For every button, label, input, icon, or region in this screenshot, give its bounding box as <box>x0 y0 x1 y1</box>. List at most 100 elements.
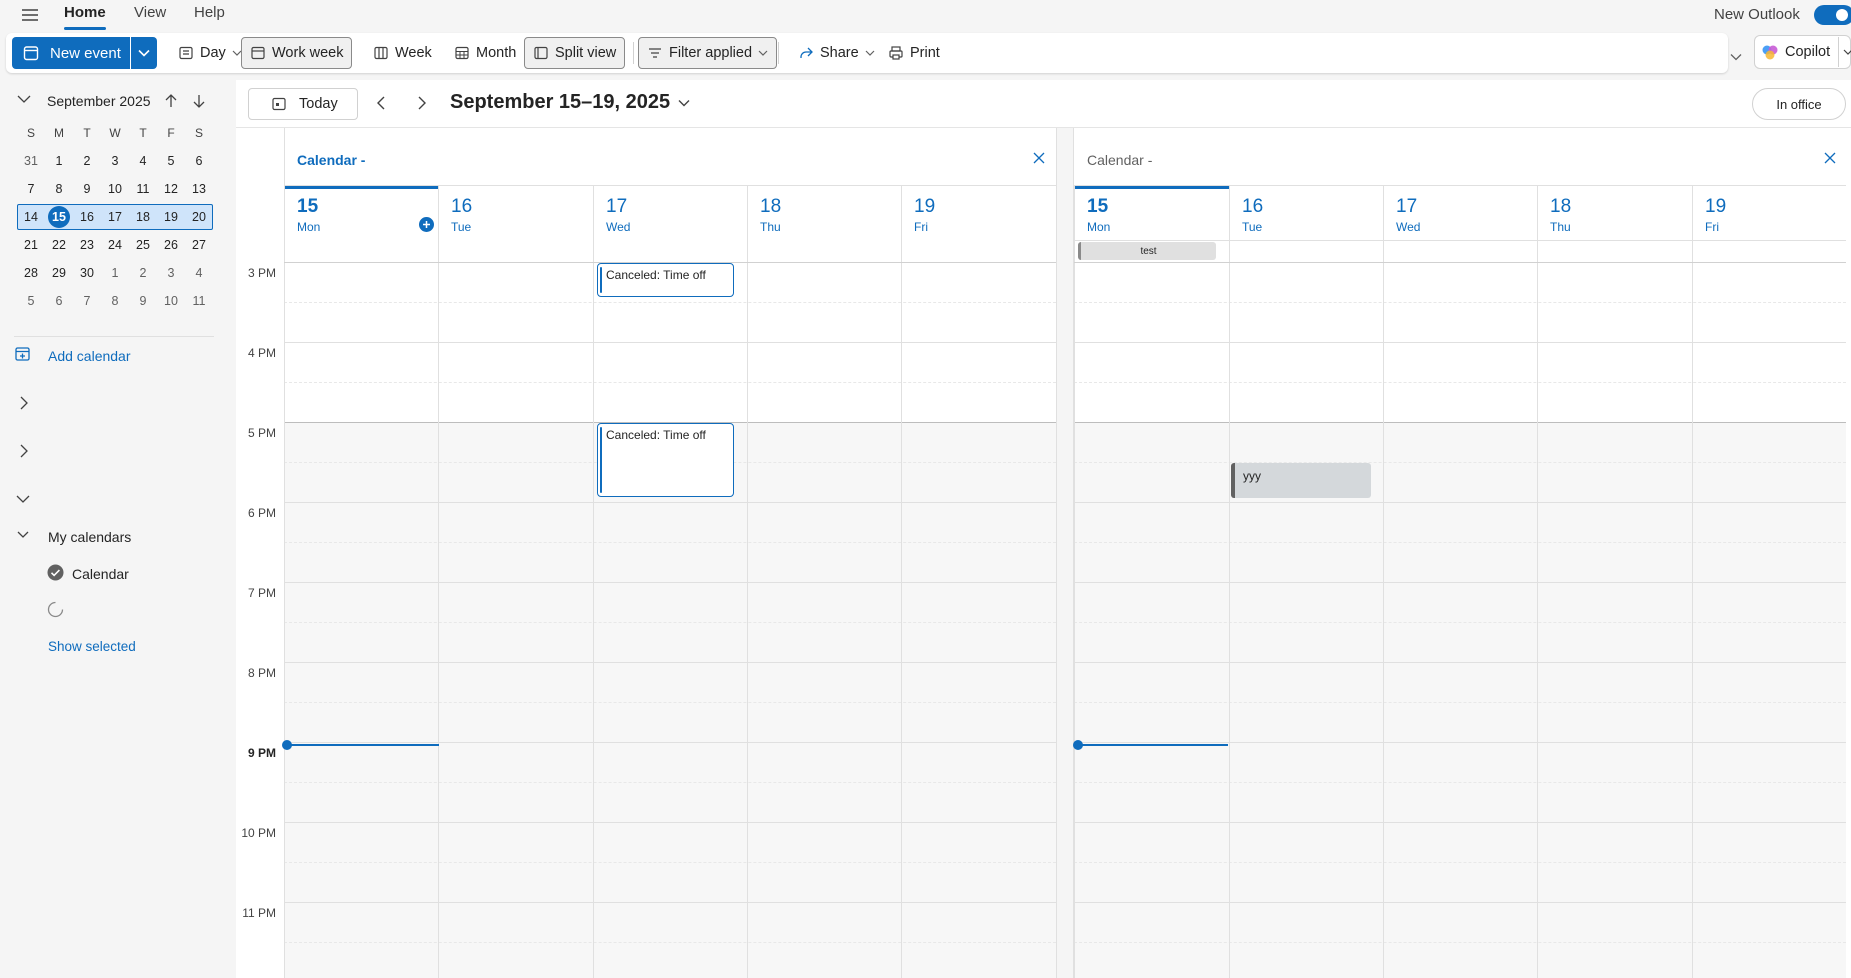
event-canceled-time-off[interactable]: Canceled: Time off <box>597 423 734 497</box>
mini-calendar-day[interactable]: 15 <box>45 205 73 229</box>
mini-calendar-day[interactable]: 5 <box>17 289 45 313</box>
add-event-plus-icon[interactable] <box>419 217 434 232</box>
mini-calendar-day[interactable]: 31 <box>17 149 45 173</box>
filter-button[interactable]: Filter applied <box>638 37 778 69</box>
mini-calendar-day[interactable]: 27 <box>185 233 213 257</box>
mini-calendar-day[interactable]: 12 <box>157 177 185 201</box>
new-outlook-toggle[interactable] <box>1814 5 1851 25</box>
split-view-divider[interactable] <box>1056 128 1074 978</box>
non-working-hours-region <box>1074 422 1846 978</box>
expand-group-button[interactable] <box>19 444 29 458</box>
copilot-button[interactable]: Copilot <box>1754 35 1851 69</box>
tab-home[interactable]: Home <box>64 4 106 21</box>
mini-calendar-day[interactable]: 9 <box>73 177 101 201</box>
tab-view[interactable]: View <box>134 4 166 21</box>
mini-calendar-title[interactable]: September 2025 <box>47 93 151 109</box>
day-header[interactable]: 15 Mon <box>284 186 438 262</box>
mini-calendar-day[interactable]: 25 <box>129 233 157 257</box>
previous-month-button[interactable] <box>164 93 178 109</box>
event-canceled-time-off[interactable]: Canceled: Time off <box>597 263 734 297</box>
mini-calendar-day[interactable]: 30 <box>73 261 101 285</box>
mini-calendar-day[interactable]: 22 <box>45 233 73 257</box>
new-event-button[interactable]: New event <box>12 37 130 69</box>
mini-calendar-day[interactable]: 4 <box>129 149 157 173</box>
work-week-view-button[interactable]: Work week <box>241 37 353 69</box>
previous-week-button[interactable] <box>376 95 386 111</box>
day-number: 19 <box>1705 196 1727 217</box>
day-view-button[interactable]: Day <box>170 37 250 69</box>
mini-calendar-collapse-button[interactable] <box>17 94 31 104</box>
show-selected-link[interactable]: Show selected <box>48 639 136 654</box>
mini-calendar-day[interactable]: 20 <box>185 205 213 229</box>
copilot-icon <box>1761 43 1779 61</box>
mini-calendar-day[interactable]: 24 <box>101 233 129 257</box>
day-header[interactable]: 18 Thu <box>1537 186 1692 262</box>
mini-calendar-day[interactable]: 11 <box>129 177 157 201</box>
add-calendar-link[interactable]: Add calendar <box>48 348 131 364</box>
mini-calendar-day[interactable]: 28 <box>17 261 45 285</box>
day-header[interactable]: 18 Thu <box>747 186 901 262</box>
calendar-list-item[interactable]: Calendar <box>72 566 129 582</box>
mini-calendar-day[interactable]: 3 <box>101 149 129 173</box>
mini-calendar-day[interactable]: 26 <box>157 233 185 257</box>
next-month-button[interactable] <box>192 93 206 109</box>
mini-calendar-day[interactable]: 19 <box>157 205 185 229</box>
mini-calendar-day[interactable]: 14 <box>17 205 45 229</box>
mini-calendar-day[interactable]: 10 <box>157 289 185 313</box>
mini-calendar-day[interactable]: 4 <box>185 261 213 285</box>
day-header[interactable]: 19 Fri <box>1692 186 1846 262</box>
mini-calendar-day[interactable]: 7 <box>73 289 101 313</box>
print-button[interactable]: Print <box>880 37 948 69</box>
next-week-button[interactable] <box>417 95 427 111</box>
share-button[interactable]: Share <box>790 37 883 69</box>
mini-calendar-day[interactable]: 16 <box>73 205 101 229</box>
mini-calendar-day[interactable]: 8 <box>101 289 129 313</box>
checkmark-circle-icon[interactable] <box>47 564 64 581</box>
ribbon-expand-button[interactable] <box>1730 53 1742 61</box>
half-hour-line <box>1074 942 1846 943</box>
mini-calendar-day[interactable]: 2 <box>73 149 101 173</box>
mini-calendar-day[interactable]: 18 <box>129 205 157 229</box>
mini-calendar-day[interactable]: 11 <box>185 289 213 313</box>
mini-calendar-day[interactable]: 6 <box>45 289 73 313</box>
split-view-button[interactable]: Split view <box>524 37 626 69</box>
my-calendars-heading[interactable]: My calendars <box>48 529 131 545</box>
mini-calendar-day[interactable]: 5 <box>157 149 185 173</box>
today-button[interactable]: Today <box>248 88 358 120</box>
work-location-button[interactable]: In office <box>1752 88 1846 120</box>
close-panel-button[interactable] <box>1824 152 1836 164</box>
mini-calendar-day[interactable]: 2 <box>129 261 157 285</box>
mini-calendar-day[interactable]: 8 <box>45 177 73 201</box>
mini-calendar-day[interactable]: 23 <box>73 233 101 257</box>
expand-group-button[interactable] <box>19 396 29 410</box>
mini-calendar-day[interactable]: 7 <box>17 177 45 201</box>
day-header[interactable]: 19 Fri <box>901 186 1056 262</box>
mini-calendar-day[interactable]: 13 <box>185 177 213 201</box>
mini-calendar-day[interactable]: 1 <box>45 149 73 173</box>
all-day-event-test[interactable]: test <box>1078 242 1216 260</box>
close-icon <box>1033 152 1045 164</box>
mini-calendar-day[interactable]: 3 <box>157 261 185 285</box>
mini-calendar-day[interactable]: 29 <box>45 261 73 285</box>
mini-calendar-day[interactable]: 6 <box>185 149 213 173</box>
day-header[interactable]: 16 Tue <box>1229 186 1383 262</box>
collapse-group-button[interactable] <box>16 494 30 504</box>
mini-calendar-day[interactable]: 17 <box>101 205 129 229</box>
day-header[interactable]: 17 Wed <box>1383 186 1537 262</box>
mini-calendar-day[interactable]: 10 <box>101 177 129 201</box>
day-header[interactable]: 17 Wed <box>593 186 747 262</box>
copilot-dropdown[interactable] <box>1838 37 1851 67</box>
tab-help[interactable]: Help <box>194 4 225 21</box>
date-range-picker[interactable]: September 15–19, 2025 <box>450 91 690 114</box>
month-view-button[interactable]: Month <box>446 37 524 69</box>
week-view-button[interactable]: Week <box>365 37 440 69</box>
day-header[interactable]: 16 Tue <box>438 186 593 262</box>
my-calendars-collapse-button[interactable] <box>17 530 29 539</box>
hamburger-menu-icon[interactable] <box>20 6 40 24</box>
mini-calendar-day[interactable]: 1 <box>101 261 129 285</box>
event-yyy[interactable]: yyy <box>1231 463 1371 498</box>
new-event-dropdown[interactable] <box>131 37 157 69</box>
mini-calendar-day[interactable]: 9 <box>129 289 157 313</box>
close-panel-button[interactable] <box>1033 152 1045 164</box>
mini-calendar-day[interactable]: 21 <box>17 233 45 257</box>
